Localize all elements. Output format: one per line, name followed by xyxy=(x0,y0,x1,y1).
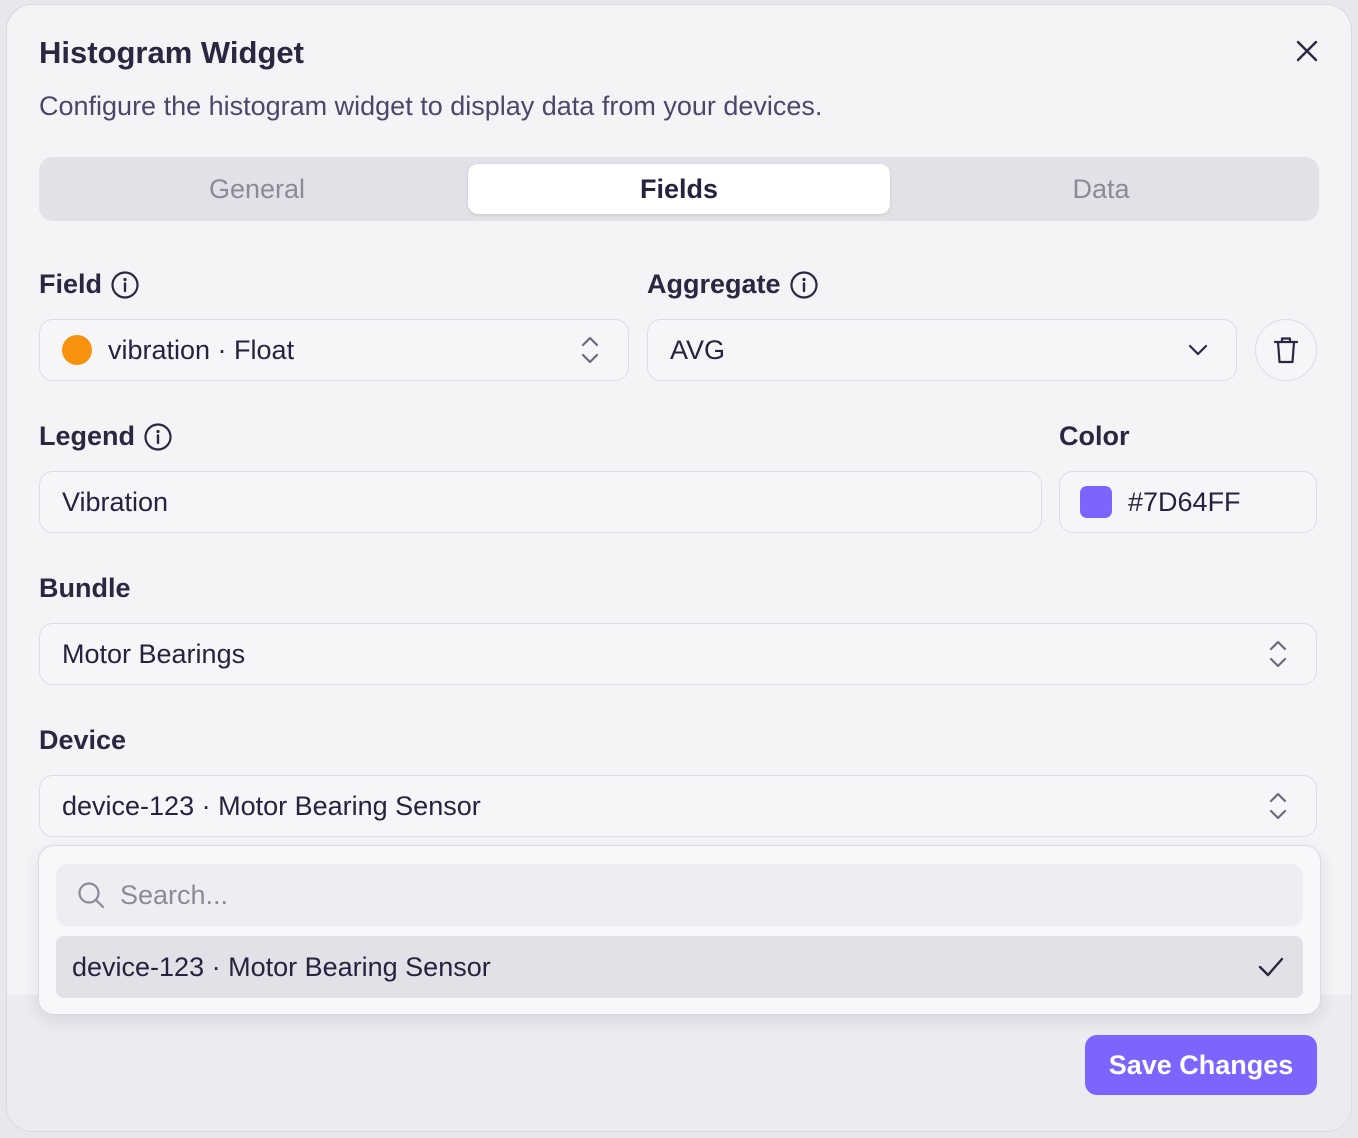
legend-label: Legend xyxy=(39,421,136,451)
color-swatch xyxy=(1080,486,1112,518)
chevron-up-down-icon xyxy=(1269,792,1287,820)
bundle-label-row: Bundle xyxy=(39,573,131,604)
device-search-box xyxy=(56,864,1303,926)
aggregate-select-value: AVG xyxy=(670,334,726,365)
tab-data[interactable]: Data xyxy=(890,164,1312,214)
legend-input[interactable]: Vibration xyxy=(39,471,1042,533)
aggregate-label: Aggregate xyxy=(647,269,781,299)
search-icon xyxy=(78,882,105,909)
legend-input-value: Vibration xyxy=(62,486,169,517)
trash-icon xyxy=(1273,337,1299,364)
device-search-input[interactable] xyxy=(120,879,1220,911)
device-label: Device xyxy=(39,725,127,755)
color-label-row: Color xyxy=(1059,421,1130,452)
color-value: #7D64FF xyxy=(1128,486,1241,517)
field-select-value: vibration · Float xyxy=(108,334,295,365)
save-changes-button[interactable]: Save Changes xyxy=(1085,1035,1317,1095)
device-select-value: device-123 · Motor Bearing Sensor xyxy=(62,790,481,821)
delete-field-button[interactable] xyxy=(1255,319,1317,381)
dialog-subtitle: Configure the histogram widget to displa… xyxy=(39,91,823,121)
field-label-row: Field xyxy=(39,269,140,300)
device-dropdown: device-123 · Motor Bearing Sensor xyxy=(38,845,1321,1015)
color-picker[interactable]: #7D64FF xyxy=(1059,471,1317,533)
tab-fields[interactable]: Fields xyxy=(468,164,890,214)
field-info-icon[interactable] xyxy=(110,270,140,300)
field-color-dot xyxy=(62,335,92,365)
device-label-row: Device xyxy=(39,725,126,756)
chevron-up-down-icon xyxy=(1269,640,1287,668)
close-button[interactable] xyxy=(1291,35,1323,67)
bundle-select[interactable]: Motor Bearings xyxy=(39,623,1317,685)
field-select[interactable]: vibration · Float xyxy=(39,319,629,381)
field-label: Field xyxy=(39,269,103,299)
device-select[interactable]: device-123 · Motor Bearing Sensor xyxy=(39,775,1317,837)
aggregate-select[interactable]: AVG xyxy=(647,319,1237,381)
tab-general[interactable]: General xyxy=(46,164,468,214)
color-label: Color xyxy=(1059,421,1130,451)
bundle-select-value: Motor Bearings xyxy=(62,638,246,669)
dialog-title: Histogram Widget xyxy=(39,35,304,70)
histogram-widget-dialog: Histogram Widget Configure the histogram… xyxy=(6,4,1352,1132)
chevron-down-icon xyxy=(1188,344,1208,356)
tab-bar: General Fields Data xyxy=(39,157,1319,221)
aggregate-label-row: Aggregate xyxy=(647,269,819,300)
device-option-label: device-123 · Motor Bearing Sensor xyxy=(72,951,491,982)
legend-info-icon[interactable] xyxy=(143,422,173,452)
aggregate-info-icon[interactable] xyxy=(789,270,819,300)
check-icon xyxy=(1258,957,1284,977)
device-option[interactable]: device-123 · Motor Bearing Sensor xyxy=(56,936,1303,998)
close-icon xyxy=(1296,40,1318,62)
chevron-up-down-icon xyxy=(581,336,599,364)
legend-label-row: Legend xyxy=(39,421,173,452)
bundle-label: Bundle xyxy=(39,573,131,603)
